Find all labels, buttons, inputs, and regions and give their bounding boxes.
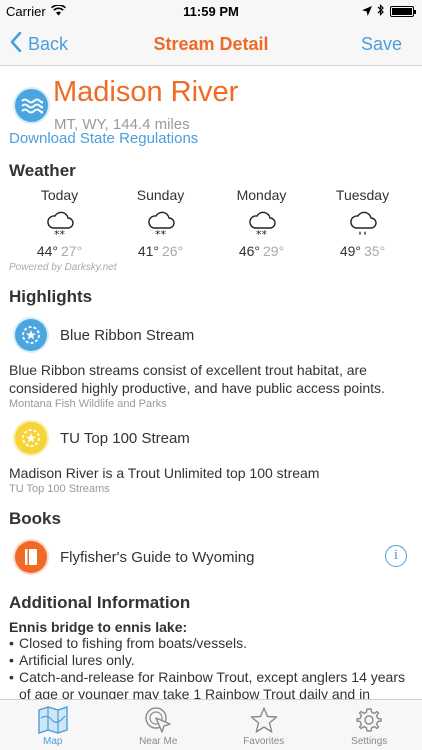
weather-day: Sunday ** 41° 26°: [110, 187, 211, 259]
highlight-label: Blue Ribbon Stream: [60, 326, 195, 344]
weather-high: 41°: [137, 243, 159, 259]
snow-cloud-icon: **: [110, 208, 211, 242]
info-icon[interactable]: i: [385, 545, 407, 567]
highlight-label: TU Top 100 Stream: [60, 429, 190, 447]
battery-icon: [390, 6, 416, 17]
weather-low: 35°: [364, 243, 386, 259]
regulation-list: Closed to fishing from boats/vessels. Ar…: [9, 635, 413, 699]
weather-high: 49°: [339, 243, 361, 259]
stream-detail-content[interactable]: Madison River MT, WY, 144.4 miles Downlo…: [0, 67, 422, 699]
back-button[interactable]: Back: [10, 31, 69, 57]
near-me-icon: [144, 705, 172, 735]
snow-cloud-icon: **: [9, 208, 110, 242]
highlight-item[interactable]: TU Top 100 Stream: [9, 416, 413, 460]
tab-label: Settings: [351, 736, 388, 747]
regulation-section-title: Ennis bridge to ennis lake:: [9, 619, 188, 635]
map-icon: [38, 705, 68, 735]
water-waves-icon: [15, 89, 48, 122]
weather-day: Today ** 44° 27°: [9, 187, 110, 259]
tab-near-me[interactable]: Near Me: [106, 700, 212, 750]
highlights-heading: Highlights: [9, 287, 93, 306]
chevron-left-icon: [10, 31, 22, 57]
weather-high: 44°: [36, 243, 58, 259]
weather-day-name: Monday: [236, 187, 287, 203]
back-label: Back: [28, 34, 69, 54]
river-header: Madison River MT, WY, 144.4 miles: [9, 76, 413, 138]
books-heading: Books: [9, 509, 61, 528]
highlight-source: TU Top 100 Streams: [9, 483, 110, 495]
river-location-length: MT, WY, 144.4 miles: [54, 116, 190, 133]
navigation-bar: Back Stream Detail Save: [0, 22, 422, 66]
tab-map[interactable]: Map: [0, 700, 106, 750]
regulation-item: Artificial lures only.: [9, 652, 413, 669]
book-title: Flyfisher's Guide to Wyoming: [60, 548, 255, 566]
location-arrow-icon: [362, 4, 372, 19]
tab-settings[interactable]: Settings: [317, 700, 422, 750]
book-icon: [15, 541, 47, 573]
highlight-description: Madison River is a Trout Unlimited top 1…: [9, 465, 320, 481]
weather-heading: Weather: [9, 161, 76, 180]
highlight-source: Montana Fish Wildlife and Parks: [9, 398, 167, 410]
weather-day: Monday ** 46° 29°: [211, 187, 312, 259]
weather-day-name: Tuesday: [335, 187, 390, 203]
highlight-description: Blue Ribbon streams consist of excellent…: [9, 362, 385, 396]
regulation-item: Catch-and-release for Rainbow Trout, exc…: [9, 669, 413, 699]
river-name: Madison River: [53, 76, 239, 108]
star-icon: [250, 705, 278, 735]
save-button[interactable]: Save: [361, 34, 402, 55]
tab-bar: Map Near Me Favorites Settings: [0, 699, 422, 750]
weather-high: 46°: [238, 243, 260, 259]
book-item[interactable]: Flyfisher's Guide to Wyoming i: [9, 535, 413, 579]
weather-low: 26°: [162, 243, 184, 259]
weather-low: 27°: [61, 243, 83, 259]
gear-icon: [355, 705, 383, 735]
weather-forecast: Today ** 44° 27° Sunday ** 41° 26° Monday …: [9, 187, 413, 259]
weather-day-name: Today: [40, 187, 79, 203]
tab-label: Map: [43, 736, 63, 747]
highlight-item[interactable]: Blue Ribbon Stream: [9, 313, 413, 357]
regulation-item: Closed to fishing from boats/vessels.: [9, 635, 413, 652]
status-time: 11:59 PM: [183, 4, 239, 19]
bluetooth-icon: [377, 4, 385, 19]
tab-favorites[interactable]: Favorites: [211, 700, 317, 750]
tab-label: Near Me: [139, 736, 178, 747]
svg-text:**: **: [256, 228, 268, 240]
status-bar: Carrier 11:59 PM: [0, 0, 422, 22]
darksky-attribution: Powered by Darksky.net: [9, 262, 117, 273]
svg-text:**: **: [155, 228, 167, 240]
weather-day: Tuesday 49° 35°: [312, 187, 413, 259]
weather-day-name: Sunday: [136, 187, 185, 203]
weather-low: 29°: [263, 243, 285, 259]
svg-text:**: **: [54, 228, 66, 240]
tu-top-100-icon: [15, 422, 47, 454]
additional-info-heading: Additional Information: [9, 593, 191, 612]
snow-cloud-icon: **: [211, 208, 312, 242]
blue-ribbon-icon: [15, 319, 47, 351]
tab-label: Favorites: [243, 736, 285, 747]
rain-cloud-icon: [312, 208, 413, 242]
